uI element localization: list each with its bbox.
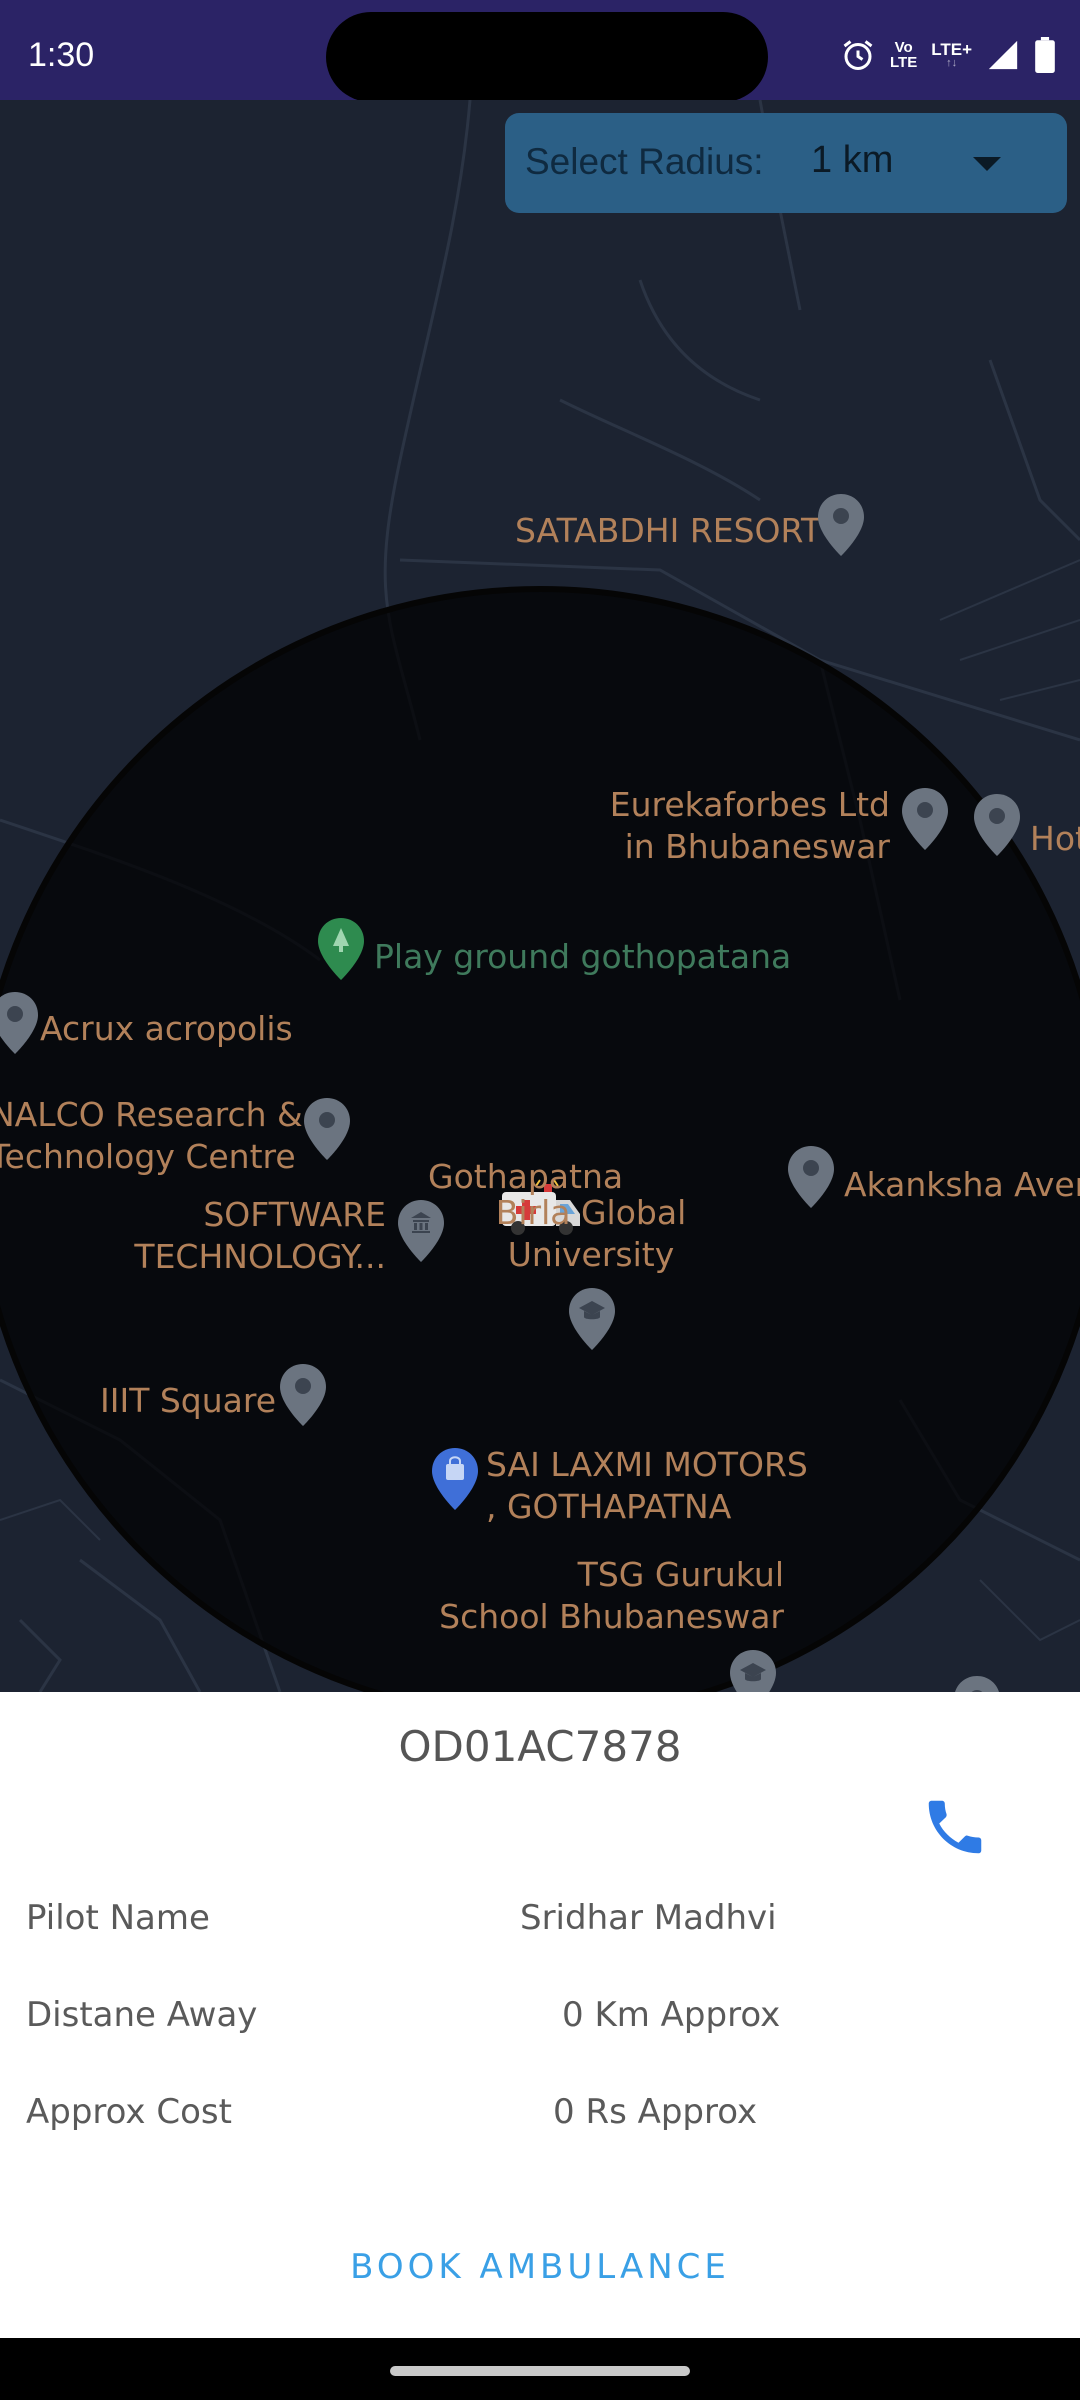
school-pin-icon[interactable] (728, 1648, 778, 1692)
map-pin-icon[interactable] (972, 792, 1022, 858)
status-icons: Vo LTE LTE+ ↑↓ (840, 30, 1056, 80)
place-label-nalco: NALCO Research & Technology Centre (0, 1095, 303, 1176)
place-label-birla-university: Birla Global University (495, 1193, 687, 1274)
dropdown-caret-icon (973, 157, 1001, 171)
radius-label: Select Radius: (525, 141, 764, 182)
park-pin-icon[interactable] (316, 916, 366, 982)
map-pin-icon[interactable] (0, 990, 40, 1056)
map-pin-icon[interactable] (278, 1362, 328, 1428)
status-bar: 1:30 Vo LTE LTE+ ↑↓ (0, 0, 1080, 102)
school-pin-icon[interactable] (567, 1286, 617, 1352)
map-pin-icon[interactable] (786, 1144, 836, 1210)
map-pin-icon[interactable] (302, 1096, 352, 1162)
place-label-eurekaforbes: Eurekaforbes Ltd in Bhubaneswar (609, 785, 890, 866)
signal-icon (988, 40, 1018, 70)
place-label-software-technology: SOFTWARE TECHNOLOGY... (134, 1195, 386, 1276)
distance-value: 0 Km Approx (562, 1995, 781, 2035)
place-label-sai-laxmi-motors: SAI LAXMI MOTORS , GOTHAPATNA (486, 1445, 808, 1526)
status-time: 1:30 (28, 36, 95, 74)
place-label-hotel: Hot (1030, 819, 1080, 858)
ambulance-details-sheet: OD01AC7878 Pilot Name Sridhar Madhvi Dis… (0, 1692, 1080, 2338)
battery-icon (1035, 37, 1055, 73)
place-label-acrux: Acrux acropolis (40, 1009, 293, 1048)
place-label-satabdhi: SATABDHI RESORT (515, 511, 822, 550)
place-label-iiit-square: IIIT Square (100, 1381, 277, 1420)
pilot-name-value: Sridhar Madhvi (520, 1898, 777, 1938)
pilot-name-label: Pilot Name (26, 1898, 210, 1938)
distance-label: Distane Away (26, 1995, 258, 2035)
alarm-icon (843, 40, 873, 70)
camera-cutout (326, 12, 768, 102)
map-view[interactable]: SATABDHI RESORT Eurekaforbes Ltd in Bhub… (0, 100, 1080, 1692)
government-pin-icon[interactable] (396, 1198, 446, 1264)
book-ambulance-button[interactable]: BOOK AMBULANCE (340, 2232, 740, 2302)
map-pin-icon[interactable] (816, 492, 866, 558)
vehicle-number: OD01AC7878 (398, 1722, 682, 1771)
phone-call-icon[interactable] (920, 1792, 990, 1862)
radius-value: 1 km (811, 139, 894, 181)
shopping-pin-icon[interactable] (430, 1446, 480, 1512)
lte-plus-icon: LTE+ ↑↓ (931, 40, 972, 69)
volte-icon: Vo LTE (890, 39, 918, 71)
map-pin-icon[interactable] (900, 786, 950, 852)
navigation-bar (0, 2338, 1080, 2400)
cost-label: Approx Cost (26, 2092, 232, 2132)
place-label-playground: Play ground gothopatana (374, 937, 792, 976)
cost-value: 0 Rs Approx (553, 2092, 758, 2132)
place-label-akanksha: Akanksha Aven (844, 1165, 1080, 1204)
place-label-tsg-gurukul: TSG Gurukul School Bhubaneswar (439, 1555, 784, 1636)
radius-dropdown[interactable]: Select Radius: 1 km (505, 113, 1067, 213)
home-indicator[interactable] (390, 2366, 690, 2376)
map-pin-icon[interactable] (952, 1674, 1002, 1692)
